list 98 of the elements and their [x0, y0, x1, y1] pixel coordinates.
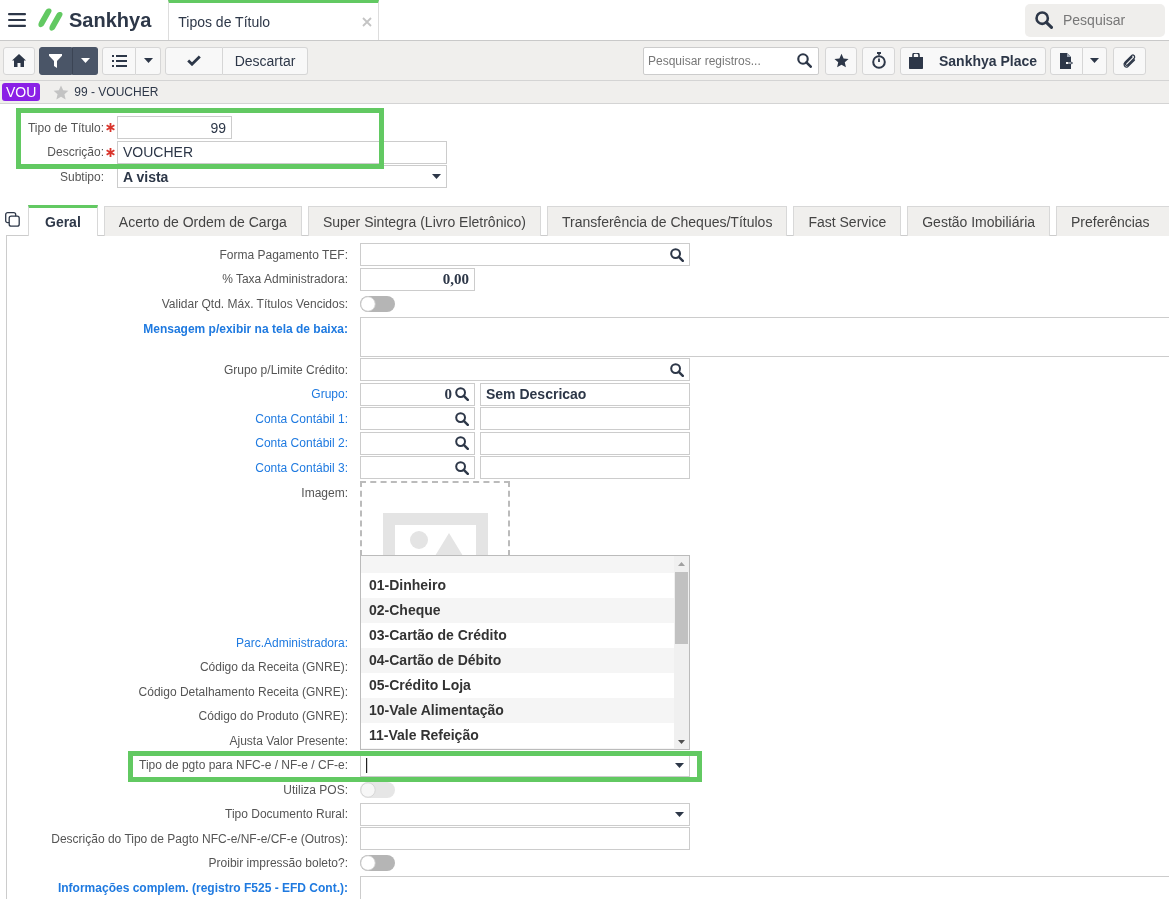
field-label: Forma Pagamento TEF:: [219, 247, 348, 262]
caret-icon: [432, 174, 441, 179]
filter-button[interactable]: [39, 46, 72, 75]
field-link[interactable]: Informações complem. (registro F525 - EFD Cont.):: [57, 876, 348, 895]
home-button[interactable]: [3, 46, 35, 75]
text-field[interactable]: VOUCHER: [117, 140, 447, 164]
search-icon[interactable]: [797, 53, 812, 68]
field-label: Descrição do Tipo de Pagto NFC-e/NF-e/CF-e (Outros):: [51, 831, 348, 846]
field-link[interactable]: Conta Contábil 2:: [255, 436, 348, 450]
list-button[interactable]: [102, 46, 136, 75]
record-code-badge: VOU: [2, 83, 41, 101]
field-label: Proibir impressão boleto?:: [208, 856, 348, 870]
dropdown-option[interactable]: 10-Vale Alimentação: [361, 697, 674, 723]
search-input[interactable]: Pesquisar: [1063, 12, 1153, 28]
field-label: Ajusta Valor Presente:: [229, 733, 348, 748]
caret-icon: [80, 58, 90, 63]
tab[interactable]: Transferência de Cheques/Títulos: [547, 206, 788, 236]
field-label: % Taxa Administradora:: [222, 272, 348, 286]
search-icon[interactable]: [670, 247, 684, 262]
brand-name: Sankhya: [69, 8, 152, 32]
code-field[interactable]: [360, 456, 475, 479]
field-label: Tipo de Título:: [26, 120, 104, 135]
field-label: Tipo de pgto para NFC-e / NF-e / CF-e:: [139, 758, 348, 772]
menu-icon[interactable]: [8, 13, 26, 27]
caret-icon: [143, 58, 153, 63]
text-field[interactable]: [360, 827, 690, 850]
field-label: Código da Receita (GNRE):: [199, 660, 348, 674]
record-title: 99 - VOUCHER: [74, 85, 159, 99]
home-icon: [12, 54, 26, 67]
image-placeholder-icon: [382, 512, 488, 556]
toggle-switch[interactable]: [360, 295, 395, 312]
paperclip-button[interactable]: [1113, 46, 1146, 75]
star-icon[interactable]: [53, 84, 70, 100]
field-link[interactable]: Conta Contábil 1:: [255, 411, 348, 426]
document-icon: [1059, 52, 1074, 69]
filter-icon: [49, 53, 62, 68]
dropdown-option[interactable]: 04-Cartão de Débito: [361, 647, 674, 673]
tab[interactable]: Fast Service: [793, 206, 902, 236]
dropdown-option[interactable]: 11-Vale Refeição: [361, 722, 674, 748]
field-label: Descrição:: [46, 145, 104, 159]
paperclip-icon: [1122, 52, 1137, 69]
code-field[interactable]: [360, 431, 475, 455]
search-icon[interactable]: [455, 387, 469, 401]
dropdown-button[interactable]: [72, 46, 98, 75]
field-link[interactable]: Conta Contábil 3:: [255, 460, 348, 475]
search-icon[interactable]: [455, 436, 469, 450]
field-label: Tipo Documento Rural:: [225, 807, 348, 821]
star-icon: [833, 53, 849, 68]
code-field[interactable]: 0: [360, 382, 475, 406]
field-label: Validar Qtd. Máx. Títulos Vencidos:: [161, 296, 348, 311]
field-link[interactable]: Mensagem p/exibir na tela de baixa:: [143, 316, 348, 336]
discard-button[interactable]: Descartar: [223, 46, 308, 75]
bag-icon: [908, 52, 923, 69]
lookup-field[interactable]: [360, 358, 690, 381]
dropdown-option[interactable]: 03-Cartão de Crédito: [361, 622, 674, 648]
toggle-switch[interactable]: [360, 855, 395, 871]
field-label: Código do Produto (GNRE):: [198, 709, 348, 723]
field-label: Grupo p/Limite Crédito:: [223, 362, 348, 377]
caret-icon: [675, 811, 684, 817]
lookup-field[interactable]: [360, 243, 690, 266]
document-button[interactable]: [1050, 46, 1083, 75]
search-field[interactable]: Pesquisar registros...: [643, 46, 819, 75]
favorite-button[interactable]: [825, 46, 857, 75]
dropdown-option[interactable]: 01-Dinheiro: [361, 572, 674, 598]
tab[interactable]: Super Sintegra (Livro Eletrônico): [307, 206, 541, 236]
search-icon[interactable]: [670, 362, 684, 377]
timer-button[interactable]: [862, 46, 895, 75]
search-field[interactable]: Pesquisar: [1025, 3, 1165, 37]
check-button[interactable]: [165, 46, 223, 75]
field-label: Código Detalhamento Receita (GNRE):: [138, 684, 348, 699]
copy-icon[interactable]: [5, 212, 20, 227]
field-label: Imagem:: [301, 484, 348, 500]
caret-icon: [1090, 58, 1099, 63]
search-icon: [1035, 11, 1053, 29]
field-label: Utiliza POS:: [283, 782, 348, 797]
caret-icon: [675, 762, 684, 768]
field-link[interactable]: Grupo:: [311, 387, 348, 401]
field-link[interactable]: Parc.Administradora:: [235, 635, 348, 650]
tab[interactable]: Gestão Imobiliária: [907, 206, 1051, 236]
logo-icon: [38, 8, 66, 32]
number-field[interactable]: 0,00: [360, 267, 475, 291]
search-input[interactable]: Pesquisar registros...: [648, 53, 797, 68]
tab[interactable]: Geral: [28, 205, 98, 236]
select-field[interactable]: [360, 802, 690, 826]
search-icon[interactable]: [455, 411, 469, 426]
place-button[interactable]: Sankhya Place: [900, 46, 1046, 75]
check-icon: [187, 55, 201, 66]
number-field[interactable]: 99: [117, 116, 232, 139]
description-field: Sem Descricao: [480, 382, 690, 406]
tab[interactable]: Preferências: [1056, 206, 1169, 236]
tab[interactable]: Acerto de Ordem de Carga: [103, 206, 302, 236]
field-label: Subtipo:: [58, 169, 104, 184]
stopwatch-icon: [871, 52, 886, 69]
dropdown-option[interactable]: 05-Crédito Loja: [361, 672, 674, 698]
code-field[interactable]: [360, 407, 475, 430]
dropdown-option[interactable]: 02-Cheque: [361, 597, 674, 623]
list-icon: [111, 54, 127, 67]
search-icon[interactable]: [455, 460, 469, 475]
